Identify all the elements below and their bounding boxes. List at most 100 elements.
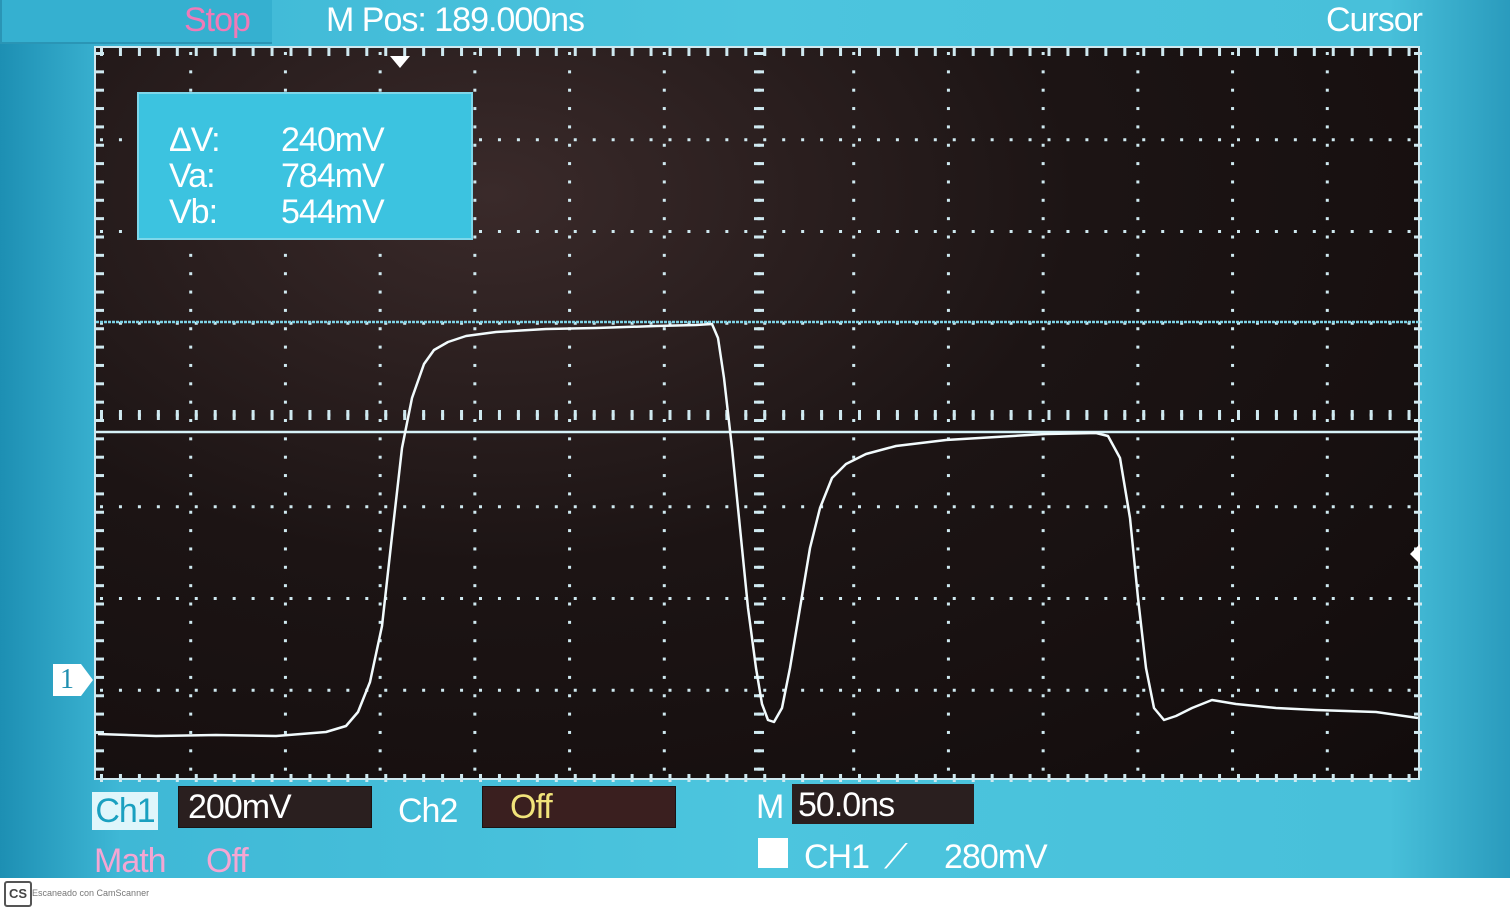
grid-dot — [1142, 138, 1146, 142]
grid-dot — [946, 455, 950, 459]
grid-dot — [1231, 235, 1235, 239]
grid-dot — [1274, 48, 1278, 56]
grid-dot — [189, 290, 193, 294]
ch1-label[interactable]: Ch1 — [92, 792, 158, 830]
math-label[interactable]: Math — [94, 842, 167, 878]
grid-dot — [1009, 138, 1013, 142]
grid-dot — [744, 688, 748, 692]
grid-dot — [649, 138, 653, 142]
grid-dot — [346, 597, 350, 600]
grid-dot — [668, 410, 672, 420]
grid-dot — [706, 230, 710, 233]
grid-dot — [473, 382, 477, 386]
grid-dot — [1388, 597, 1392, 600]
grid-dot — [189, 620, 193, 624]
grid-dot — [1369, 774, 1373, 782]
grid-dot — [189, 308, 193, 312]
grid-dot — [952, 138, 956, 142]
grid-dot — [1180, 505, 1184, 509]
grid-dot — [473, 694, 477, 698]
grid-dot — [251, 597, 255, 600]
grid-dot — [568, 382, 572, 386]
grid-dot — [137, 688, 141, 692]
grid-dot — [852, 730, 856, 734]
grid-dot — [852, 290, 856, 294]
grid-dot — [1136, 565, 1140, 569]
grid-dot — [1414, 217, 1422, 221]
grid-dot — [1041, 602, 1045, 606]
grid-dot — [96, 584, 104, 588]
grid-dot — [378, 657, 382, 661]
grid-dot — [1041, 437, 1045, 441]
grid-dot — [662, 217, 666, 221]
grid-dot — [662, 767, 666, 771]
grid-dot — [914, 138, 918, 142]
grid-dot — [1009, 505, 1013, 509]
grid-dot — [630, 138, 634, 142]
grid-dot — [232, 505, 236, 509]
grid-dot — [754, 602, 764, 606]
grid-dot — [1231, 639, 1235, 643]
grid-dot — [895, 688, 899, 692]
grid-dot — [96, 180, 104, 184]
grid-dot — [1041, 52, 1045, 55]
grid-dot — [460, 774, 464, 782]
grid-dot — [1199, 505, 1203, 509]
grid-dot — [754, 694, 764, 698]
grid-dot — [1047, 138, 1051, 142]
grid-dot — [568, 290, 572, 294]
grid-dot — [754, 235, 764, 239]
grid-dot — [1161, 410, 1165, 420]
ch2-label[interactable]: Ch2 — [398, 792, 458, 830]
grid-dot — [1041, 510, 1045, 514]
grid-dot — [1041, 639, 1045, 643]
grid-dot — [283, 694, 287, 698]
grid-dot — [1028, 48, 1032, 56]
grid-dot — [754, 363, 764, 367]
grid-dot — [568, 400, 572, 404]
grid-dot — [460, 597, 464, 600]
grid-dot — [497, 774, 501, 782]
grid-dot — [839, 505, 843, 509]
grid-dot — [754, 382, 764, 386]
grid-dot — [611, 48, 615, 56]
grid-dot — [283, 455, 287, 459]
grid-dot — [554, 774, 558, 782]
grid-dot — [1414, 675, 1422, 679]
grid-dot — [137, 48, 141, 56]
grid-dot — [189, 602, 193, 606]
grid-dot — [782, 597, 786, 600]
grid-dot — [754, 308, 764, 312]
grid-dot — [1350, 688, 1354, 692]
grid-dot — [189, 327, 193, 331]
grid-dot — [232, 48, 236, 56]
channel1-ground-marker[interactable]: 1 — [53, 664, 93, 696]
grid-dot — [1136, 290, 1140, 294]
grid-dot — [1414, 308, 1422, 312]
grid-dot — [1136, 345, 1140, 349]
grid-dot — [754, 88, 764, 92]
grid-dot — [1312, 410, 1316, 420]
grid-dot — [1085, 230, 1089, 233]
grid-dot — [460, 505, 464, 509]
grid-dot — [573, 410, 577, 420]
grid-dot — [1350, 48, 1354, 56]
grid-dot — [946, 419, 950, 422]
grid-dot — [378, 510, 382, 514]
grid-dot — [378, 767, 382, 771]
grid-dot — [189, 52, 193, 55]
grid-dot — [1231, 602, 1235, 606]
grid-dot — [852, 492, 856, 496]
grid-dot — [1199, 410, 1203, 420]
grid-dot — [1028, 230, 1032, 233]
grid-dot — [283, 253, 287, 257]
grid-dot — [1325, 217, 1329, 221]
grid-dot — [1218, 410, 1222, 420]
grid-dot — [668, 505, 672, 509]
grid-dot — [946, 217, 950, 221]
grid-dot — [1407, 48, 1411, 56]
grid-dot — [725, 774, 729, 782]
grid-dot — [1414, 198, 1422, 202]
grid-dot — [662, 419, 666, 422]
grid-dot — [473, 455, 477, 459]
